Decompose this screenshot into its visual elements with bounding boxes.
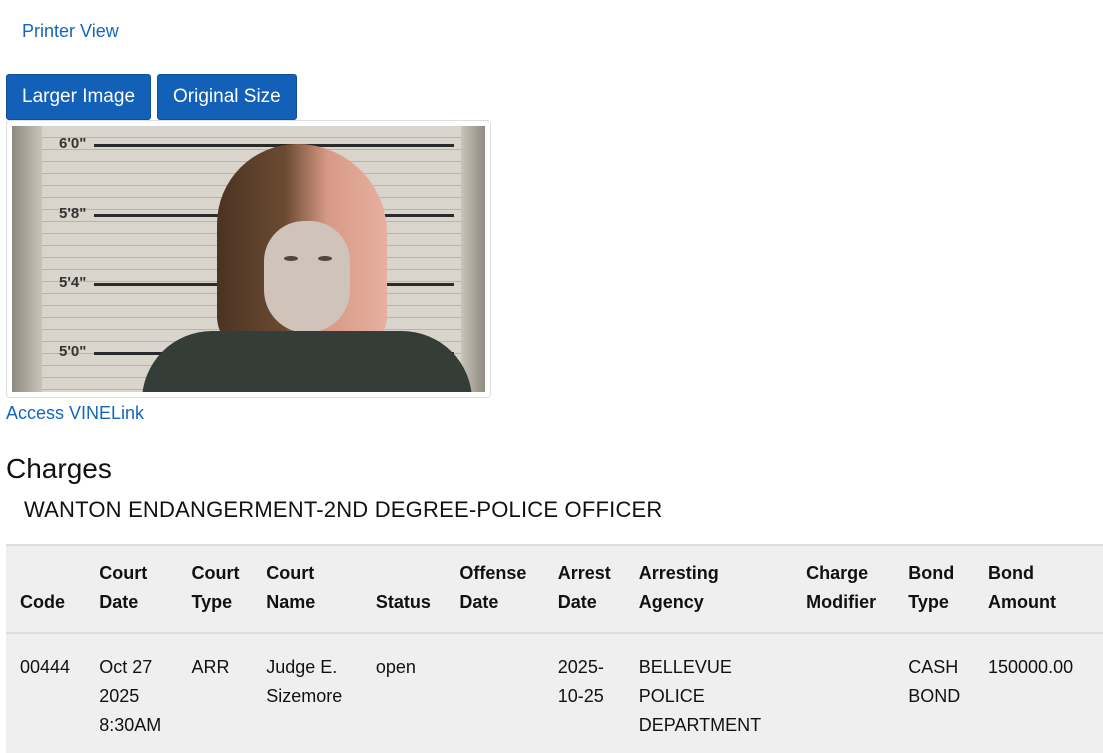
cell-arrest-date: 2025- 10-25: [552, 633, 633, 753]
charges-heading: Charges: [6, 453, 112, 484]
cell-line: Date: [557, 592, 597, 612]
cell-bond-type: CASH BOND: [902, 633, 982, 753]
cell-line: 2025: [99, 686, 140, 706]
cell-line: BELLEVUE: [638, 657, 732, 677]
cell-line: 2025-: [557, 657, 604, 677]
cell-line: Judge E.: [266, 657, 338, 677]
cell-line: ARR: [191, 657, 230, 677]
cell-court-date: Oct 27 2025 8:30AM: [93, 633, 185, 753]
cell-line: DEPARTMENT: [638, 715, 762, 735]
cell-line: Court: [191, 563, 240, 583]
cell-line: Sizemore: [266, 686, 343, 706]
image-size-buttons: Larger Image Original Size: [6, 74, 297, 120]
cell-offense-date: [453, 633, 551, 753]
cell-line: 10-25: [557, 686, 604, 706]
cell-line: Charge: [806, 563, 869, 583]
booking-photo[interactable]: 6'0" 5'8" 5'4" 5'0": [6, 120, 491, 398]
larger-image-button[interactable]: Larger Image: [6, 74, 152, 120]
col-offense-date: Offense Date: [453, 545, 551, 633]
cell-line: Oct 27: [99, 657, 153, 677]
cell-line: 00444: [20, 657, 71, 677]
col-bond-type: Bond Type: [902, 545, 982, 633]
cell-line: Offense: [459, 563, 527, 583]
original-size-button[interactable]: Original Size: [157, 74, 297, 120]
cell-line: open: [375, 657, 416, 677]
cell-line: BOND: [908, 686, 961, 706]
cell-line: Bond: [908, 563, 955, 583]
col-court-type: Court Type: [186, 545, 261, 633]
col-court-name: Court Name: [260, 545, 370, 633]
col-arrest-date: Arrest Date: [552, 545, 633, 633]
cell-arresting-agency: BELLEVUE POLICE DEPARTMENT: [633, 633, 800, 753]
printer-view-link[interactable]: Printer View: [22, 21, 119, 42]
cell-code: 00444: [6, 633, 93, 753]
col-court-date: Court Date: [93, 545, 185, 633]
charges-header-row: Code Court Date Court Type Court Name Statu…: [6, 545, 1103, 633]
col-code: Code: [6, 545, 93, 633]
cell-line: Type: [908, 592, 949, 612]
cell-line: Status: [375, 592, 431, 612]
cell-line: Type: [191, 592, 233, 612]
photo-left-wall: [12, 126, 42, 392]
cell-charge-modifier: [800, 633, 902, 753]
cell-line: Court: [266, 563, 315, 583]
cell-line: Arrest: [557, 563, 611, 583]
booking-photo-image: 6'0" 5'8" 5'4" 5'0": [12, 126, 485, 392]
subject-eye: [318, 256, 332, 261]
charges-table: Code Court Date Court Type Court Name Statu…: [6, 544, 1103, 753]
cell-line: Bond: [988, 563, 1034, 583]
cell-line: Arresting: [638, 563, 719, 583]
table-row: 00444 Oct 27 2025 8:30AM ARR Judge E. Sizem…: [6, 633, 1103, 753]
cell-line: Modifier: [806, 592, 877, 612]
height-mark-label: 5'0": [59, 343, 87, 360]
cell-line: Name: [266, 592, 316, 612]
col-charge-modifier: Charge Modifier: [800, 545, 902, 633]
cell-bond-amount: 150000.00: [982, 633, 1103, 753]
col-status: Status: [370, 545, 453, 633]
height-mark-label: 6'0": [59, 135, 87, 152]
subject-shirt: [142, 331, 472, 392]
cell-line: 150000.00: [988, 657, 1074, 677]
cell-line: Court: [99, 563, 148, 583]
cell-line: Amount: [988, 592, 1056, 612]
cell-line: Agency: [638, 592, 704, 612]
cell-court-name: Judge E. Sizemore: [260, 633, 370, 753]
cell-line: POLICE: [638, 686, 705, 706]
col-bond-amount: Bond Amount: [982, 545, 1103, 633]
cell-line: Code: [20, 592, 65, 612]
cell-status: open: [370, 633, 453, 753]
subject-eye: [284, 256, 298, 261]
vinelink-link[interactable]: Access VINELink: [6, 403, 144, 424]
col-arresting-agency: Arresting Agency: [633, 545, 800, 633]
cell-court-type: ARR: [186, 633, 261, 753]
height-mark-label: 5'4": [59, 274, 87, 291]
photo-right-wall: [461, 126, 485, 392]
height-mark-label: 5'8": [59, 205, 87, 222]
cell-line: 8:30AM: [99, 715, 162, 735]
cell-line: CASH: [908, 657, 959, 677]
cell-line: Date: [459, 592, 499, 612]
charge-name: WANTON ENDANGERMENT-2ND DEGREE-POLICE OF…: [24, 497, 663, 522]
cell-line: Date: [99, 592, 139, 612]
subject-face: [264, 221, 350, 333]
